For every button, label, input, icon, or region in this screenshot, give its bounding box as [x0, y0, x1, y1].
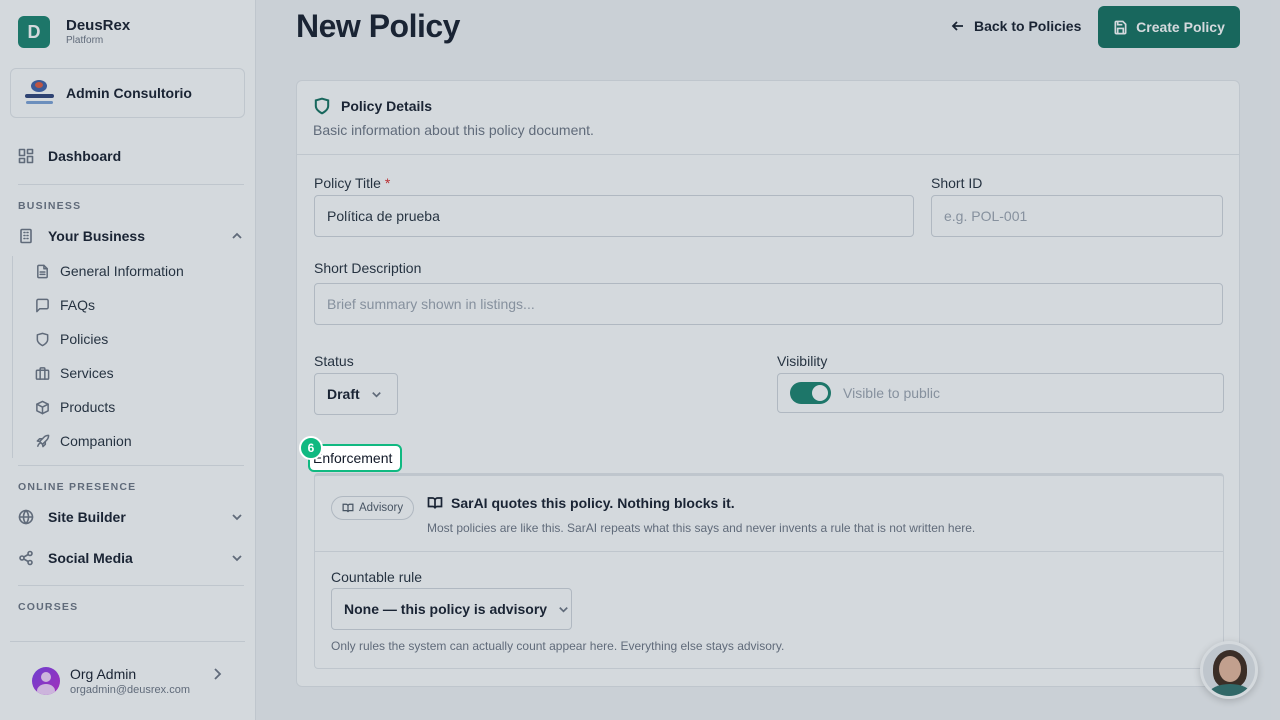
- message-square-icon: [34, 297, 50, 313]
- create-policy-button[interactable]: Create Policy: [1098, 6, 1240, 48]
- card-heading-text: Policy Details: [341, 98, 433, 114]
- enforcement-title: SarAI quotes this policy. Nothing blocks…: [427, 495, 735, 511]
- sidebar-item-label: Services: [60, 365, 114, 381]
- create-label: Create Policy: [1136, 19, 1225, 35]
- sidebar-item-label: General Information: [60, 263, 184, 279]
- advisory-label: Advisory: [359, 502, 404, 514]
- visibility-field: Visible to public: [777, 373, 1224, 413]
- arrow-left-icon: [951, 21, 963, 31]
- sidebar-item-label: FAQs: [60, 297, 96, 313]
- tour-step-badge: 6: [299, 436, 323, 460]
- org-logo: [23, 76, 56, 110]
- back-to-policies-button[interactable]: Back to Policies: [950, 18, 1081, 34]
- sidebar-item-general-information[interactable]: General Information: [34, 263, 184, 279]
- visibility-label: Visibility: [777, 353, 828, 369]
- chevron-down-icon[interactable]: [230, 510, 244, 524]
- status-value: Draft: [327, 386, 360, 402]
- org-name: Admin Consultorio: [66, 85, 192, 101]
- short-id-label: Short ID: [931, 175, 983, 191]
- section-label-courses: COURSES: [18, 601, 79, 613]
- shield-icon: [34, 331, 50, 347]
- chevron-down-icon: [559, 606, 568, 613]
- sidebar-item-label: Site Builder: [48, 509, 126, 525]
- sidebar-item-your-business[interactable]: Your Business: [18, 228, 244, 244]
- share-icon: [18, 550, 34, 566]
- sidebar-item-products[interactable]: Products: [34, 399, 115, 415]
- brand-name: DeusRex: [66, 17, 131, 34]
- section-label-online-presence: ONLINE PRESENCE: [18, 481, 137, 493]
- status-select[interactable]: Draft: [314, 373, 398, 415]
- user-email: orgadmin@deusrex.com: [70, 684, 190, 696]
- countable-rule-value: None — this policy is advisory: [344, 601, 548, 617]
- section-label-business: BUSINESS: [18, 200, 82, 212]
- sidebar-item-policies[interactable]: Policies: [34, 331, 108, 347]
- divider: [297, 154, 1239, 155]
- chevron-down-icon: [371, 391, 381, 398]
- visibility-text: Visible to public: [843, 385, 941, 401]
- save-icon: [1114, 20, 1127, 34]
- divider: [18, 585, 244, 586]
- sidebar-item-dashboard[interactable]: Dashboard: [18, 148, 121, 164]
- countable-rule-label: Countable rule: [331, 569, 423, 585]
- short-description-input[interactable]: Brief summary shown in listings...: [314, 283, 1223, 325]
- book-open-icon: [427, 497, 443, 509]
- countable-rule-help: Only rules the system can actually count…: [331, 639, 785, 653]
- card-heading: Policy Details: [313, 97, 432, 115]
- chevron-down-icon[interactable]: [230, 551, 244, 565]
- assistant-avatar-button[interactable]: [1200, 641, 1258, 699]
- submenu-line: [12, 256, 13, 458]
- sidebar-item-label: Companion: [60, 433, 132, 449]
- policy-title-label-text: Policy Title: [314, 175, 381, 191]
- brand[interactable]: D DeusRex Platform: [18, 16, 130, 48]
- short-description-label: Short Description: [314, 260, 422, 276]
- required-marker: *: [384, 175, 391, 191]
- sidebar: D DeusRex Platform Admin Consultorio Das…: [0, 0, 256, 720]
- rocket-icon: [34, 433, 50, 449]
- visibility-toggle[interactable]: [790, 382, 831, 404]
- back-label: Back to Policies: [974, 18, 1082, 34]
- card-description: Basic information about this policy docu…: [313, 122, 594, 138]
- brand-logo: D: [18, 16, 50, 48]
- divider: [18, 465, 244, 466]
- policy-title-input[interactable]: Política de prueba: [314, 195, 914, 237]
- policy-title-label: Policy Title *: [314, 175, 390, 191]
- sidebar-item-label: Dashboard: [48, 148, 122, 164]
- briefcase-icon: [34, 365, 50, 381]
- sidebar-item-companion[interactable]: Companion: [34, 433, 132, 449]
- sidebar-item-label: Social Media: [48, 550, 133, 566]
- advisory-badge: Advisory: [331, 496, 415, 520]
- divider: [18, 184, 244, 185]
- package-icon: [34, 399, 50, 415]
- enforcement-title-text: SarAI quotes this policy. Nothing blocks…: [451, 495, 735, 511]
- sidebar-item-label: Products: [60, 399, 116, 415]
- user-menu[interactable]: Org Admin orgadmin@deusrex.com: [10, 641, 245, 720]
- brand-subtitle: Platform: [66, 35, 104, 46]
- enforcement-description: Most policies are like this. SarAI repea…: [427, 521, 976, 535]
- page-title: New Policy: [296, 8, 460, 44]
- file-text-icon: [34, 263, 50, 279]
- book-open-icon: [342, 503, 354, 513]
- sidebar-item-site-builder[interactable]: Site Builder: [18, 509, 244, 525]
- shield-icon: [314, 97, 330, 115]
- org-switcher[interactable]: Admin Consultorio: [10, 68, 245, 118]
- sidebar-item-services[interactable]: Services: [34, 365, 114, 381]
- enforcement-panel: Advisory SarAI quotes this policy. Nothi…: [314, 473, 1224, 669]
- sidebar-item-label: Policies: [60, 331, 109, 347]
- status-label: Status: [314, 353, 354, 369]
- dashboard-grid-icon: [18, 148, 34, 164]
- sidebar-item-faqs[interactable]: FAQs: [34, 297, 95, 313]
- avatar: [32, 667, 60, 695]
- divider: [315, 551, 1223, 552]
- policy-details-card: Policy Details Basic information about t…: [296, 80, 1240, 687]
- short-id-input[interactable]: e.g. POL-001: [931, 195, 1223, 237]
- globe-icon: [18, 509, 34, 525]
- chevron-right-icon: [209, 666, 225, 687]
- sidebar-item-label: Your Business: [48, 228, 145, 244]
- building-icon: [18, 228, 34, 244]
- user-name: Org Admin: [70, 666, 137, 682]
- countable-rule-select[interactable]: None — this policy is advisory: [331, 588, 572, 630]
- sidebar-item-social-media[interactable]: Social Media: [18, 550, 244, 566]
- chevron-up-icon[interactable]: [230, 229, 244, 243]
